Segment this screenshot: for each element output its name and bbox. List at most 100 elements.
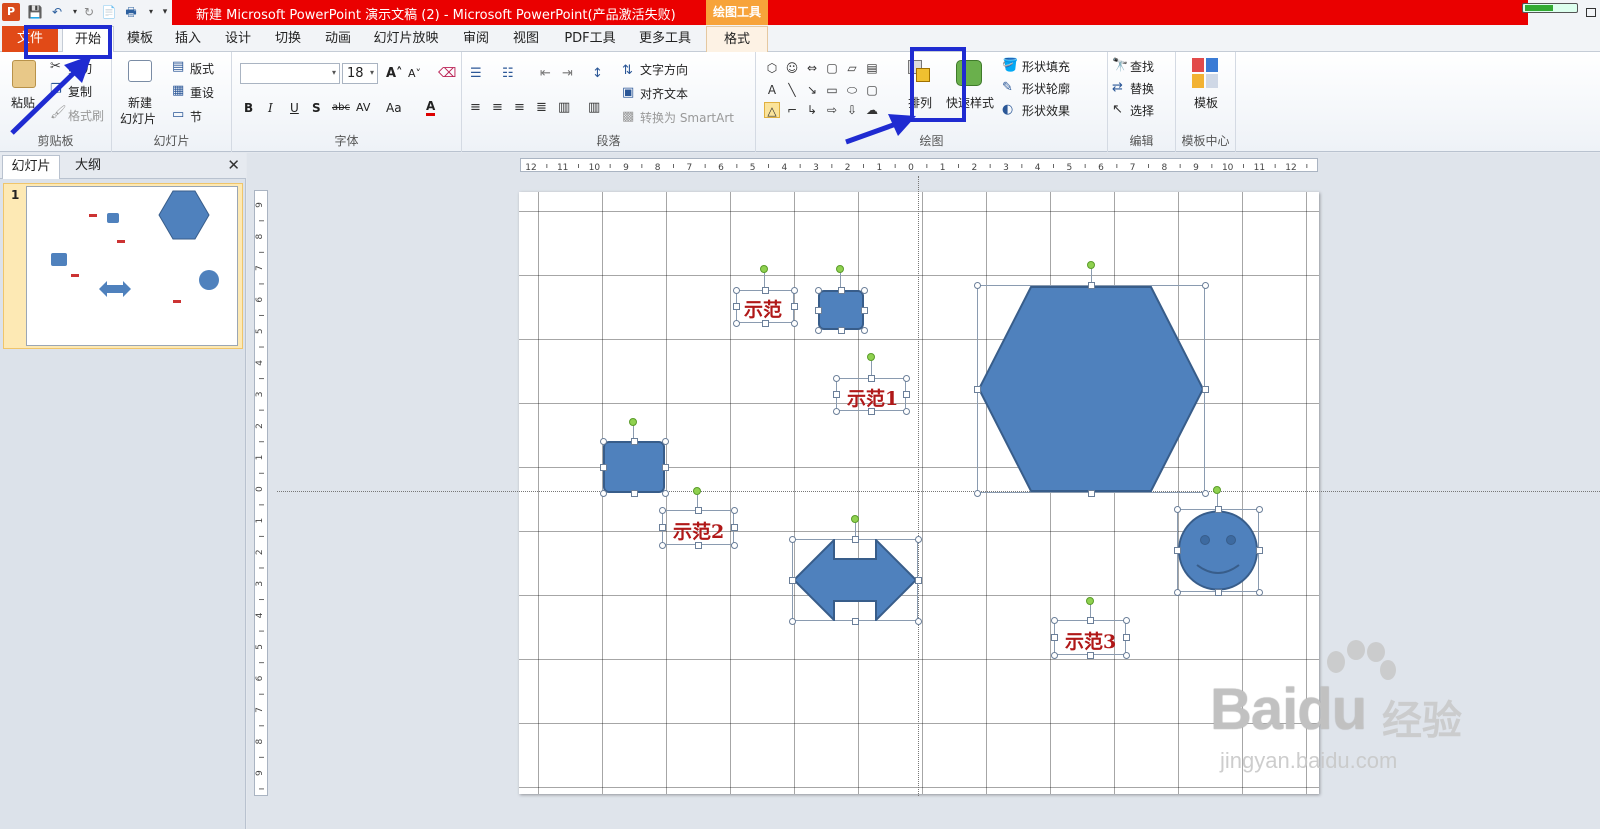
undo-icon[interactable]: ↶ [48, 3, 66, 21]
rounded-rectangle-shape-icon[interactable]: ▢ [864, 82, 880, 98]
corner-resize-handle[interactable] [790, 286, 798, 294]
edge-resize-handle[interactable] [1087, 281, 1095, 289]
edge-resize-handle[interactable] [630, 489, 638, 497]
font-size-dropdown[interactable]: 18 ▾ [342, 63, 378, 84]
corner-resize-handle[interactable] [814, 326, 822, 334]
edge-resize-handle[interactable] [1050, 634, 1058, 641]
align-text-button[interactable]: 对齐文本 [640, 85, 688, 102]
corner-resize-handle[interactable] [832, 407, 840, 415]
edge-resize-handle[interactable] [1122, 634, 1130, 641]
edge-resize-handle[interactable] [599, 463, 607, 471]
edge-resize-handle[interactable] [832, 391, 840, 398]
textbox-shape-icon[interactable]: ▤ [864, 60, 880, 76]
label-demo-3[interactable]: 示范3 [1065, 627, 1116, 654]
rectangle-shape-icon[interactable]: ▭ [824, 82, 840, 98]
corner-resize-handle[interactable] [730, 506, 738, 514]
font-color-button[interactable]: A [426, 99, 436, 116]
corner-resize-handle[interactable] [832, 374, 840, 382]
edge-resize-handle[interactable] [1214, 588, 1222, 596]
shrink-font-icon[interactable]: A˅ [408, 67, 421, 80]
tab-animations[interactable]: 动画 [318, 29, 358, 49]
smiley-face-shape[interactable] [1177, 509, 1259, 592]
corner-resize-handle[interactable] [730, 541, 738, 549]
align-left-icon[interactable]: ≡ [470, 100, 481, 115]
new-slide-button[interactable]: 新建 [128, 94, 152, 111]
edge-resize-handle[interactable] [1214, 505, 1222, 513]
edge-resize-handle[interactable] [973, 385, 981, 393]
tab-pdf-tools[interactable]: PDF工具 [558, 29, 622, 49]
corner-resize-handle[interactable] [973, 281, 981, 289]
shape-effects-button[interactable]: 形状效果 [1022, 102, 1070, 119]
corner-resize-handle[interactable] [902, 374, 910, 382]
tab-slideshow[interactable]: 幻灯片放映 [370, 29, 442, 49]
edge-resize-handle[interactable] [1086, 651, 1094, 659]
edge-resize-handle[interactable] [694, 541, 702, 549]
new-document-icon[interactable]: 📄 [100, 3, 118, 21]
corner-resize-handle[interactable] [902, 407, 910, 415]
elbow-arrow-shape-icon[interactable]: ↳ [804, 102, 820, 118]
corner-resize-handle[interactable] [658, 541, 666, 549]
oval-shape-icon[interactable]: ⬭ [844, 82, 860, 98]
edge-resize-handle[interactable] [837, 286, 845, 294]
rotation-handle[interactable] [851, 515, 859, 523]
bullets-icon[interactable]: ☰ [470, 66, 482, 81]
hexagon-shape-icon[interactable]: ⬡ [764, 60, 780, 76]
section-button[interactable]: 节 [190, 108, 202, 125]
corner-resize-handle[interactable] [732, 319, 740, 327]
slide-thumbnail[interactable] [26, 186, 238, 346]
save-icon[interactable]: 💾 [26, 3, 44, 21]
corner-resize-handle[interactable] [914, 535, 922, 543]
corner-resize-handle[interactable] [1122, 616, 1130, 624]
textbox-a-shape-icon[interactable]: A [764, 82, 780, 98]
edge-resize-handle[interactable] [630, 437, 638, 445]
rotation-handle[interactable] [760, 265, 768, 273]
restore-window-icon[interactable] [1586, 8, 1596, 17]
arrow-line-shape-icon[interactable]: ↘ [804, 82, 820, 98]
tab-format[interactable]: 格式 [706, 26, 768, 53]
corner-resize-handle[interactable] [860, 286, 868, 294]
edge-resize-handle[interactable] [790, 303, 798, 310]
edge-resize-handle[interactable] [814, 306, 822, 314]
tab-view[interactable]: 视图 [506, 29, 546, 49]
convert-smartart-button[interactable]: 转换为 SmartArt [640, 109, 734, 126]
grow-font-icon[interactable]: A˄ [386, 66, 403, 81]
distributed-icon[interactable]: ▥ [558, 100, 570, 115]
edge-resize-handle[interactable] [860, 306, 868, 314]
label-demo[interactable]: 示范 [744, 295, 782, 322]
line-spacing-icon[interactable]: ↕ [592, 66, 603, 81]
rounded-rect-left-shape[interactable] [603, 441, 665, 493]
slide-thumbnail-item[interactable]: 1 [3, 183, 243, 349]
edge-resize-handle[interactable] [1201, 385, 1209, 393]
edge-resize-handle[interactable] [851, 617, 859, 625]
corner-resize-handle[interactable] [1050, 616, 1058, 624]
corner-resize-handle[interactable] [1255, 505, 1263, 513]
double-arrow-shape[interactable] [792, 539, 918, 621]
vertical-ruler[interactable]: 9 8 7 6 5 4 3 2 1 0 1 2 3 4 5 6 7 8 9 [254, 190, 268, 796]
vertical-guide[interactable] [918, 176, 919, 796]
slide-canvas[interactable] [519, 192, 1319, 794]
character-spacing-button[interactable]: AV [356, 101, 370, 114]
edge-resize-handle[interactable] [1087, 489, 1095, 497]
corner-resize-handle[interactable] [814, 286, 822, 294]
corner-resize-handle[interactable] [1173, 505, 1181, 513]
new-slide-button-line2[interactable]: 幻灯片 [120, 110, 156, 127]
rotation-handle[interactable] [867, 353, 875, 361]
tab-transitions[interactable]: 切换 [268, 29, 308, 49]
corner-resize-handle[interactable] [732, 286, 740, 294]
snip-rect-shape-icon[interactable]: ▱ [844, 60, 860, 76]
elbow-connector-shape-icon[interactable]: ⌐ [784, 102, 800, 118]
edge-resize-handle[interactable] [867, 407, 875, 415]
increase-indent-icon[interactable]: ⇥ [562, 66, 573, 81]
tab-slides-view[interactable]: 幻灯片 [2, 155, 60, 179]
tab-review[interactable]: 审阅 [456, 29, 496, 49]
rotation-handle[interactable] [1087, 261, 1095, 269]
reset-button[interactable]: 重设 [190, 84, 214, 101]
tab-outline-view[interactable]: 大纲 [62, 155, 114, 179]
double-arrow-shape-icon[interactable]: ⇔ [804, 60, 820, 76]
edge-resize-handle[interactable] [867, 374, 875, 382]
replace-button[interactable]: 替换 [1130, 80, 1154, 97]
corner-resize-handle[interactable] [599, 489, 607, 497]
corner-resize-handle[interactable] [973, 489, 981, 497]
select-button[interactable]: 选择 [1130, 102, 1154, 119]
corner-resize-handle[interactable] [661, 437, 669, 445]
